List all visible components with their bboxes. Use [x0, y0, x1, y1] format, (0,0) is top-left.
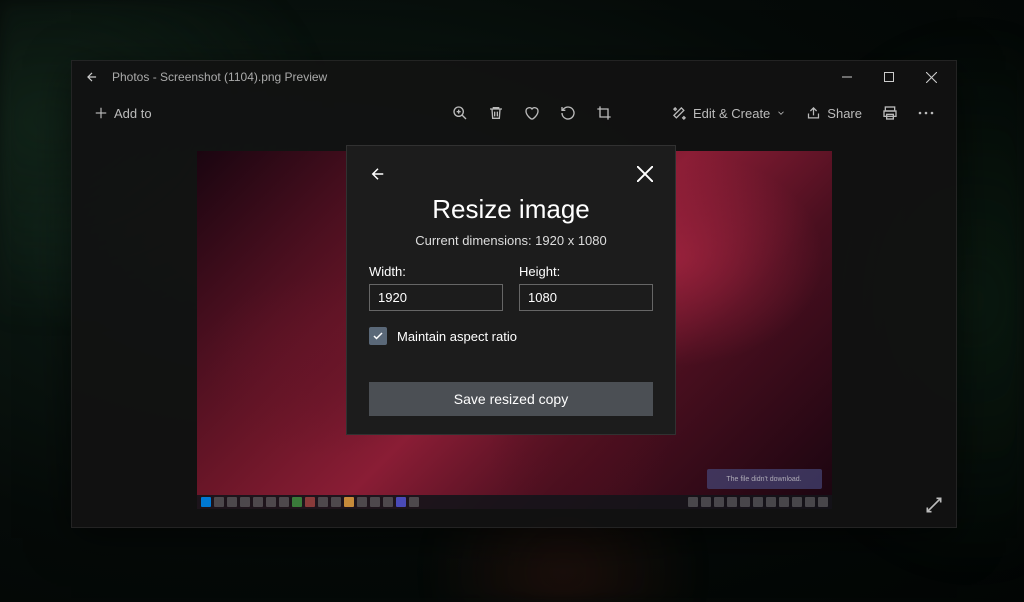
dialog-back-button[interactable]	[369, 165, 387, 183]
magic-icon	[672, 106, 687, 121]
maximize-button[interactable]	[868, 61, 910, 93]
chevron-down-icon	[776, 108, 786, 118]
editcreate-button[interactable]: Edit & Create	[662, 100, 796, 127]
more-button[interactable]	[908, 95, 944, 131]
titlebar: Photos - Screenshot (1104).png Preview	[72, 61, 956, 93]
dialog-title: Resize image	[369, 194, 653, 225]
print-icon	[882, 105, 898, 121]
share-label: Share	[827, 106, 862, 121]
print-button[interactable]	[872, 95, 908, 131]
zoom-button[interactable]	[442, 95, 478, 131]
plus-icon	[94, 106, 108, 120]
more-icon	[918, 111, 934, 115]
width-label: Width:	[369, 264, 503, 279]
rotate-button[interactable]	[550, 95, 586, 131]
share-icon	[806, 106, 821, 121]
close-icon	[926, 72, 937, 83]
width-input[interactable]	[369, 284, 503, 311]
trash-icon	[488, 105, 504, 121]
save-resized-button[interactable]: Save resized copy	[369, 382, 653, 416]
height-input[interactable]	[519, 284, 653, 311]
editcreate-label: Edit & Create	[693, 106, 770, 121]
notification-text: The file didn't download.	[726, 476, 801, 483]
maximize-icon	[884, 72, 894, 82]
toolbar: Add to Edit & Create Share	[72, 93, 956, 133]
height-label: Height:	[519, 264, 653, 279]
heart-icon	[524, 105, 540, 121]
delete-button[interactable]	[478, 95, 514, 131]
crop-button[interactable]	[586, 95, 622, 131]
aspect-ratio-label: Maintain aspect ratio	[397, 329, 517, 344]
check-icon	[372, 330, 384, 342]
close-button[interactable]	[910, 61, 952, 93]
crop-icon	[596, 105, 612, 121]
resize-dialog: Resize image Current dimensions: 1920 x …	[346, 145, 676, 435]
dialog-close-button[interactable]	[637, 166, 653, 182]
minimize-icon	[842, 72, 852, 82]
photos-app-window: Photos - Screenshot (1104).png Preview A…	[71, 60, 957, 528]
favorite-button[interactable]	[514, 95, 550, 131]
fullscreen-button[interactable]	[924, 495, 944, 515]
aspect-ratio-checkbox[interactable]	[369, 327, 387, 345]
zoom-icon	[452, 105, 468, 121]
close-icon	[637, 166, 653, 182]
expand-icon	[924, 495, 944, 515]
back-arrow-icon	[85, 70, 99, 84]
addto-button[interactable]: Add to	[84, 100, 162, 127]
dialog-subtitle: Current dimensions: 1920 x 1080	[369, 233, 653, 248]
back-arrow-icon	[369, 165, 387, 183]
screenshot-taskbar	[197, 495, 832, 509]
addto-label: Add to	[114, 106, 152, 121]
window-title: Photos - Screenshot (1104).png Preview	[108, 70, 826, 84]
rotate-icon	[560, 105, 576, 121]
back-button[interactable]	[76, 61, 108, 93]
notification-toast: The file didn't download.	[707, 469, 822, 489]
content-area: The file didn't download.	[72, 133, 956, 527]
share-button[interactable]: Share	[796, 100, 872, 127]
minimize-button[interactable]	[826, 61, 868, 93]
